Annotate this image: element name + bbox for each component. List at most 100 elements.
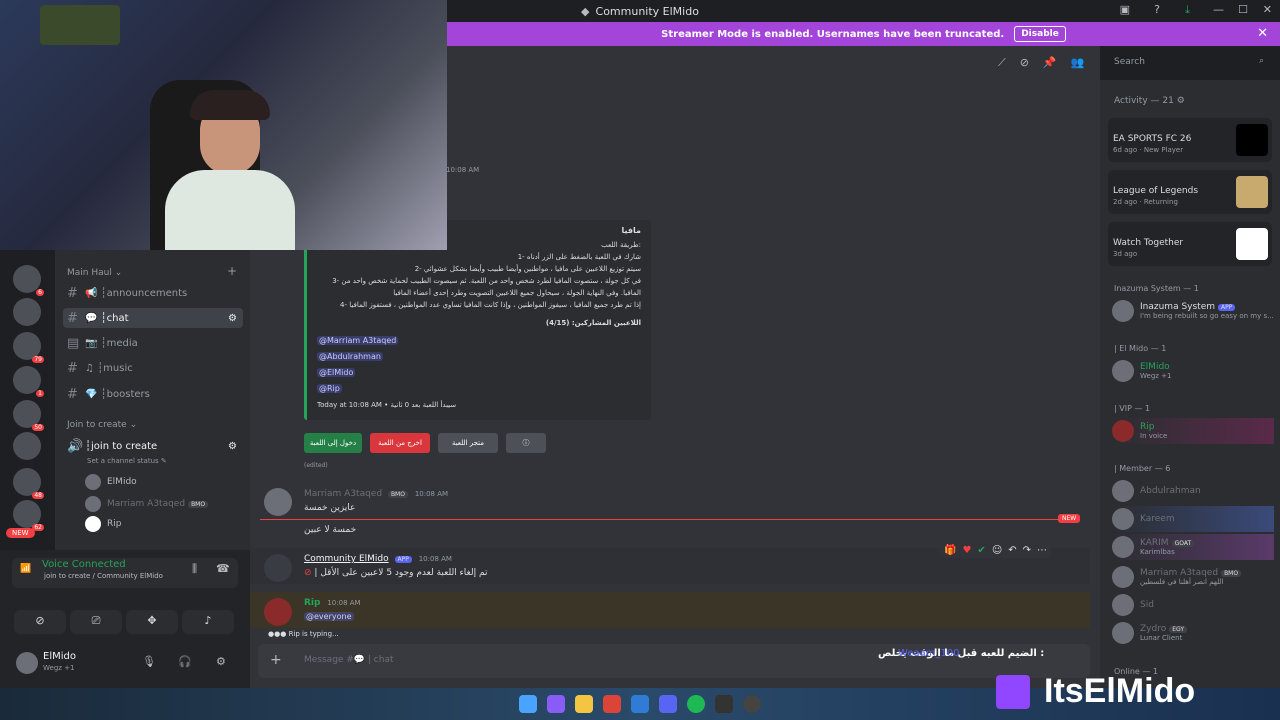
activity-ago: 6d ago bbox=[1113, 146, 1138, 154]
check-icon[interactable]: ✔ bbox=[977, 545, 985, 556]
game-store-button[interactable]: متجر اللعبة bbox=[438, 433, 498, 453]
spotify-icon[interactable] bbox=[687, 695, 705, 713]
close-icon[interactable]: ✕ bbox=[1263, 3, 1272, 16]
store-icon[interactable] bbox=[631, 695, 649, 713]
category-join-to-create[interactable]: Join to create ⌄ bbox=[67, 420, 137, 430]
maximize-icon[interactable]: ☐ bbox=[1238, 3, 1248, 16]
player-mention[interactable]: @Abdulrahman bbox=[317, 352, 383, 361]
voice-user[interactable]: Rip bbox=[85, 516, 121, 532]
user-avatar[interactable] bbox=[16, 652, 38, 674]
member-item[interactable]: ElMido Wegz +1 bbox=[1112, 358, 1274, 384]
channel-announcements[interactable]: # 📢 ┆ announcements bbox=[63, 283, 243, 303]
forward-icon[interactable]: ↷ bbox=[1023, 545, 1031, 556]
member-item[interactable]: Zydro EGY Lunar Client bbox=[1112, 620, 1274, 646]
avatar[interactable] bbox=[264, 488, 292, 516]
member-list: Activity — 21 ⚙ EA SPORTS FC 26 6d ago ·… bbox=[1100, 80, 1280, 690]
search-input[interactable]: Search ⌕ bbox=[1108, 53, 1270, 73]
activity-card[interactable]: Watch Together 3d ago bbox=[1108, 222, 1272, 266]
player-mention[interactable]: @Rip bbox=[317, 384, 342, 393]
voice-location[interactable]: join to create / Community ElMido bbox=[44, 572, 163, 580]
heart-icon[interactable]: ♥ bbox=[962, 545, 971, 556]
signal-icon[interactable]: 📶 bbox=[20, 564, 31, 574]
message-author[interactable]: Community ElMido bbox=[304, 554, 389, 564]
activities-button[interactable]: ✥ bbox=[126, 610, 178, 634]
member-item[interactable]: KARIM GOAT Karimlbas bbox=[1112, 534, 1274, 560]
server-icon[interactable]: 50 bbox=[13, 400, 44, 431]
leave-game-button[interactable]: اخرج من اللعبة bbox=[370, 433, 430, 453]
steam-icon[interactable] bbox=[743, 695, 761, 713]
pin-icon[interactable]: 📌 bbox=[1043, 56, 1057, 70]
avatar[interactable] bbox=[264, 554, 292, 582]
player-mention[interactable]: @Marriam A3taqed bbox=[317, 336, 399, 345]
headphones-icon[interactable]: 🎧 bbox=[178, 655, 192, 668]
start-icon[interactable] bbox=[519, 695, 537, 713]
member-item[interactable]: Inazuma System APP I'm being rebuilt so go… bbox=[1112, 298, 1274, 324]
channel-status[interactable]: Set a channel status ✎ bbox=[87, 457, 167, 465]
copilot-icon[interactable] bbox=[547, 695, 565, 713]
gift-icon[interactable]: 🎁 bbox=[944, 545, 956, 556]
server-icon[interactable]: 48 bbox=[13, 468, 44, 499]
member-item[interactable]: Kareem bbox=[1112, 506, 1274, 532]
more-icon[interactable]: ⋯ bbox=[1037, 545, 1047, 556]
server-icon[interactable]: 79 bbox=[13, 332, 44, 363]
disable-button[interactable]: Disable bbox=[1014, 26, 1066, 42]
member-item[interactable]: Sid bbox=[1112, 592, 1274, 618]
noise-suppression-icon[interactable]: ⫼ bbox=[192, 562, 197, 576]
voice-user[interactable]: Marriam A3taqed BMO bbox=[85, 496, 209, 512]
game-info-button[interactable]: ⓘ bbox=[506, 433, 546, 453]
chrome-icon[interactable] bbox=[603, 695, 621, 713]
add-channel-icon[interactable]: + bbox=[227, 264, 237, 278]
notification-badge: 79 bbox=[32, 356, 44, 363]
minimize-icon[interactable]: — bbox=[1213, 3, 1224, 16]
microphone-icon[interactable]: 🎙 bbox=[142, 655, 156, 668]
channel-music[interactable]: # ♫ ┆ music bbox=[63, 358, 243, 378]
download-icon[interactable]: ⤓ bbox=[1185, 3, 1190, 17]
join-game-button[interactable]: دخول إلى اللعبة bbox=[304, 433, 362, 453]
channel-chat[interactable]: # 💬 ┆ chat ⚙ bbox=[63, 308, 243, 328]
settings-icon[interactable]: ⚙ bbox=[228, 441, 237, 452]
disconnect-icon[interactable]: ☎ bbox=[216, 562, 230, 575]
server-icon[interactable]: 62 bbox=[13, 500, 44, 531]
inbox-icon[interactable]: ▣ bbox=[1120, 3, 1130, 16]
server-icon[interactable]: 1 bbox=[13, 366, 44, 397]
file-explorer-icon[interactable] bbox=[575, 695, 593, 713]
channel-boosters[interactable]: # 💎 ┆ boosters bbox=[63, 384, 243, 404]
member-item[interactable]: Marriam A3taqed BMO اللهم انصر أهلنا في فل… bbox=[1112, 564, 1274, 590]
members-icon[interactable]: 👥 bbox=[1071, 56, 1085, 70]
message-header: Marriam A3taqed BMO 10:08 AM bbox=[304, 489, 448, 499]
message-author[interactable]: Marriam A3taqed bbox=[304, 489, 382, 499]
server-icon[interactable] bbox=[13, 298, 41, 326]
add-reaction-icon[interactable]: ☺ bbox=[992, 545, 1002, 556]
camera-button[interactable]: ⊘ bbox=[14, 610, 66, 634]
category-main-haul[interactable]: Main Haul ⌄ bbox=[67, 268, 122, 278]
soundboard-button[interactable]: ♪ bbox=[182, 610, 234, 634]
server-icon[interactable] bbox=[13, 432, 41, 460]
voice-channel[interactable]: 🔊 ┆ join to create ⚙ bbox=[63, 436, 243, 456]
voice-user[interactable]: ElMido bbox=[85, 474, 137, 490]
help-icon[interactable]: ? bbox=[1154, 3, 1160, 16]
settings-icon[interactable]: ⚙ bbox=[228, 313, 237, 324]
everyone-mention[interactable]: @everyone bbox=[304, 612, 354, 621]
channel-media[interactable]: ▤ 📷 ┆ media bbox=[63, 333, 243, 353]
avatar[interactable] bbox=[264, 598, 292, 626]
app-icon[interactable] bbox=[715, 695, 733, 713]
server-icon[interactable]: 6 bbox=[13, 265, 44, 296]
message-author[interactable]: Rip bbox=[304, 598, 320, 608]
member-item[interactable]: Abdulrahman bbox=[1112, 478, 1274, 504]
mute-icon[interactable]: ⊘ bbox=[1020, 56, 1029, 70]
add-attachment-icon[interactable]: + bbox=[270, 652, 282, 668]
category-label: Main Haul bbox=[67, 268, 112, 278]
reply-icon[interactable]: ↶ bbox=[1008, 545, 1016, 556]
close-icon[interactable]: ✕ bbox=[1257, 26, 1268, 41]
channel-label: boosters bbox=[106, 388, 150, 400]
watermark: ItsElMido bbox=[996, 672, 1195, 711]
message-composer[interactable]: + Message #💬 | chat الضيم للعبه قبل ما ا… bbox=[258, 644, 1090, 678]
member-item[interactable]: Rip In voice bbox=[1112, 418, 1274, 444]
discord-icon[interactable] bbox=[659, 695, 677, 713]
threads-icon[interactable]: ⟋ bbox=[998, 56, 1006, 70]
player-mention[interactable]: @ElMido bbox=[317, 368, 356, 377]
activity-card[interactable]: EA SPORTS FC 26 6d ago · New Player bbox=[1108, 118, 1272, 162]
settings-icon[interactable]: ⚙ bbox=[216, 655, 226, 668]
screenshare-button[interactable]: ⎚ bbox=[70, 610, 122, 634]
activity-card[interactable]: League of Legends 2d ago · Returning bbox=[1108, 170, 1272, 214]
